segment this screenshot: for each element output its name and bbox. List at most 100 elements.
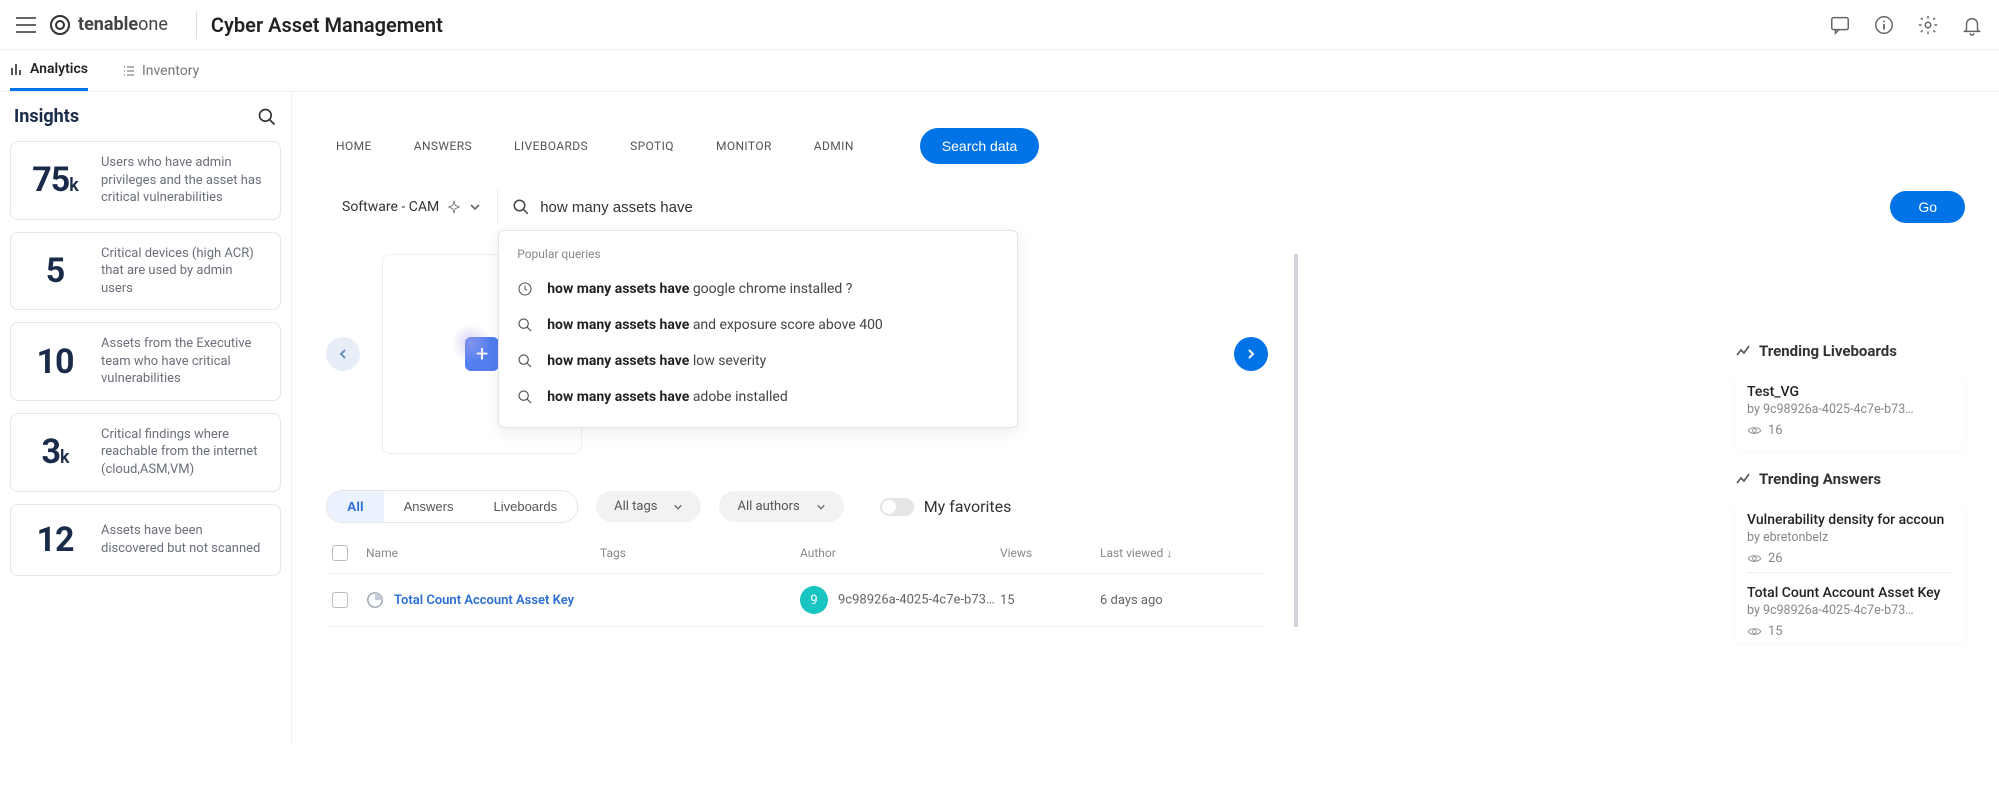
clock-icon xyxy=(517,281,533,297)
suggestion-item[interactable]: how many assets have google chrome insta… xyxy=(499,271,1017,307)
suggestion-text: how many assets have google chrome insta… xyxy=(547,281,852,297)
seg-answers[interactable]: Answers xyxy=(384,491,474,522)
divider xyxy=(196,11,197,39)
type-segment: All Answers Liveboards xyxy=(326,490,578,523)
toggle-icon xyxy=(880,498,914,516)
chevron-down-icon xyxy=(469,201,481,213)
table-row[interactable]: Total Count Account Asset Key 99c98926a-… xyxy=(326,574,1266,627)
search-icon xyxy=(517,353,533,369)
nav-item-monitor[interactable]: MONITOR xyxy=(716,139,772,153)
insight-text: Assets have been discovered but not scan… xyxy=(101,522,266,557)
eye-icon xyxy=(1747,551,1762,566)
insight-card[interactable]: 10 Assets from the Executive team who ha… xyxy=(10,322,281,401)
nav-item-spotiq[interactable]: SPOTIQ xyxy=(630,139,674,153)
tags-filter[interactable]: All tags xyxy=(596,491,701,522)
search-input[interactable] xyxy=(540,199,1856,216)
insight-card[interactable]: 5 Critical devices (high ACR) that are u… xyxy=(10,232,281,311)
tab-inventory[interactable]: Inventory xyxy=(122,50,199,91)
row-last-viewed: 6 days ago xyxy=(1100,593,1260,608)
top-tabs: Analytics Inventory xyxy=(0,50,1999,92)
trending-liveboards-head: Trending Liveboards xyxy=(1735,342,1965,360)
insight-value: 12 xyxy=(25,520,85,560)
divider xyxy=(1747,572,1953,573)
eye-icon xyxy=(1747,423,1762,438)
suggestion-text: how many assets have and exposure score … xyxy=(547,317,883,333)
insight-value: 5 xyxy=(25,251,85,291)
seg-all[interactable]: All xyxy=(327,491,384,522)
table-header: Name Tags Author Views Last viewed ↓ xyxy=(326,533,1266,574)
select-all-checkbox[interactable] xyxy=(332,545,348,561)
insight-value: 75k xyxy=(25,160,85,200)
trending-liveboard-item[interactable]: Test_VG by 9c98926a-4025-4c7e-b73… 16 xyxy=(1735,374,1965,450)
avatar: 9 xyxy=(800,586,828,614)
search-data-button[interactable]: Search data xyxy=(920,128,1040,164)
trending-item-title: Vulnerability density for accoun xyxy=(1747,512,1953,528)
trending-answer-item[interactable]: Vulnerability density for accoun by ebre… xyxy=(1747,512,1953,566)
insight-card[interactable]: 12 Assets have been discovered but not s… xyxy=(10,504,281,576)
filters-row: All Answers Liveboards All tags All auth… xyxy=(326,490,1268,523)
nav-item-liveboards[interactable]: LIVEBOARDS xyxy=(514,139,588,153)
trend-icon xyxy=(1735,343,1751,359)
suggestion-item[interactable]: how many assets have low severity xyxy=(499,343,1017,379)
chat-icon[interactable] xyxy=(1829,14,1851,36)
sort-down-icon: ↓ xyxy=(1166,546,1172,560)
brand-logo[interactable]: tenableone xyxy=(48,13,168,37)
chevron-down-icon xyxy=(816,502,826,512)
chevron-down-icon xyxy=(673,502,683,512)
tab-inventory-label: Inventory xyxy=(142,63,199,79)
trend-icon xyxy=(1735,471,1751,487)
row-views: 15 xyxy=(1000,593,1100,608)
col-last-viewed[interactable]: Last viewed ↓ xyxy=(1100,546,1260,560)
eye-icon xyxy=(1747,624,1762,639)
trending-answer-item[interactable]: Total Count Account Asset Key by 9c98926… xyxy=(1747,585,1953,639)
row-name[interactable]: Total Count Account Asset Key xyxy=(366,591,600,609)
insight-value: 3k xyxy=(25,432,85,472)
search-icon xyxy=(517,389,533,405)
insight-card[interactable]: 3k Critical findings where reachable fro… xyxy=(10,413,281,492)
insight-text: Assets from the Executive team who have … xyxy=(101,335,266,388)
nav-item-admin[interactable]: ADMIN xyxy=(814,139,854,153)
row-author: 99c98926a-4025-4c7e-b73… xyxy=(800,586,1000,614)
go-button[interactable]: Go xyxy=(1890,191,1965,223)
trending-panel: Trending Liveboards Test_VG by 9c98926a-… xyxy=(1735,342,1965,663)
trending-item-author: by ebretonbelz xyxy=(1747,530,1953,545)
trending-item-title: Total Count Account Asset Key xyxy=(1747,585,1953,601)
col-tags[interactable]: Tags xyxy=(600,546,800,560)
authors-filter[interactable]: All authors xyxy=(719,491,843,522)
row-checkbox[interactable] xyxy=(332,592,348,608)
search-icon[interactable] xyxy=(257,107,277,127)
search-input-wrap xyxy=(498,188,1870,226)
source-select[interactable]: Software - CAM xyxy=(326,189,498,225)
col-name[interactable]: Name xyxy=(366,546,600,560)
info-icon[interactable] xyxy=(1873,14,1895,36)
col-views[interactable]: Views xyxy=(1000,546,1100,560)
source-label: Software - CAM xyxy=(342,199,439,215)
insight-value: 10 xyxy=(25,342,85,382)
search-row: Software - CAM Popular queries how many … xyxy=(326,188,1965,226)
seg-liveboards[interactable]: Liveboards xyxy=(473,491,577,522)
bars-icon xyxy=(10,62,24,76)
suggestion-item[interactable]: how many assets have and exposure score … xyxy=(499,307,1017,343)
favorites-toggle[interactable]: My favorites xyxy=(880,497,1012,516)
gear-icon[interactable] xyxy=(1917,14,1939,36)
main-nav: HOMEANSWERSLIVEBOARDSSPOTIQMONITORADMIN … xyxy=(326,108,1965,178)
carousel-prev[interactable] xyxy=(326,337,360,371)
chevron-right-icon xyxy=(1245,348,1257,360)
carousel-next[interactable] xyxy=(1234,337,1268,371)
nav-item-answers[interactable]: ANSWERS xyxy=(414,139,472,153)
nav-item-home[interactable]: HOME xyxy=(336,139,372,153)
col-author[interactable]: Author xyxy=(800,546,1000,560)
search-icon xyxy=(512,198,530,216)
search-icon xyxy=(517,317,533,333)
list-icon xyxy=(122,64,136,78)
tab-analytics[interactable]: Analytics xyxy=(10,50,88,91)
trending-answers-head: Trending Answers xyxy=(1735,470,1965,488)
suggestion-item[interactable]: how many assets have adobe installed xyxy=(499,379,1017,415)
insight-card[interactable]: 75k Users who have admin privileges and … xyxy=(10,141,281,220)
menu-icon[interactable] xyxy=(16,17,36,33)
results-table: Name Tags Author Views Last viewed ↓ Tot… xyxy=(326,533,1266,627)
tab-analytics-label: Analytics xyxy=(30,61,88,77)
topbar: tenableone Cyber Asset Management xyxy=(0,0,1999,50)
bell-icon[interactable] xyxy=(1961,14,1983,36)
trending-item-author: by 9c98926a-4025-4c7e-b73… xyxy=(1747,402,1953,417)
